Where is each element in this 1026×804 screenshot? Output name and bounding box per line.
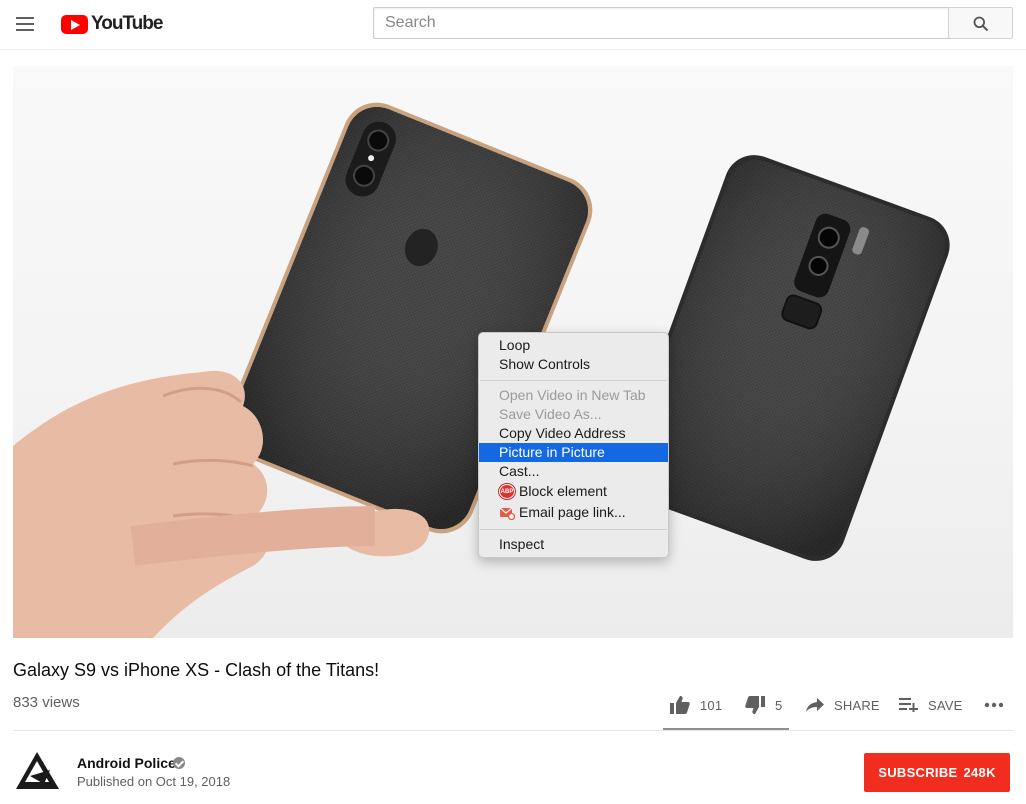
- menu-item-picture-in-picture[interactable]: Picture in Picture: [479, 443, 668, 462]
- more-horizontal-icon: [984, 702, 1004, 708]
- menu-item-block-element[interactable]: ABP Block element: [479, 482, 668, 501]
- share-button[interactable]: SHARE: [806, 694, 880, 716]
- menu-icon[interactable]: [12, 12, 38, 36]
- adblock-plus-icon: ABP: [499, 484, 515, 499]
- thumbs-up-icon: [670, 696, 690, 714]
- search-input[interactable]: [373, 7, 949, 39]
- verified-badge-icon: [173, 757, 185, 769]
- search-icon: [973, 16, 989, 32]
- channel-name[interactable]: Android Police: [77, 755, 176, 771]
- divider: [13, 730, 1013, 731]
- like-button[interactable]: 101: [670, 694, 722, 716]
- menu-item-email-page-link[interactable]: Email page link...: [479, 503, 668, 522]
- publish-date: Published on Oct 19, 2018: [77, 774, 231, 789]
- search-button[interactable]: [948, 7, 1013, 39]
- menu-item-inspect[interactable]: Inspect: [479, 535, 668, 554]
- context-menu: Loop Show Controls Open Video in New Tab…: [478, 332, 669, 558]
- save-label: SAVE: [928, 697, 963, 713]
- thumbs-down-icon: [745, 696, 765, 714]
- channel-avatar[interactable]: [16, 752, 59, 789]
- add-to-playlist-icon: [899, 698, 918, 712]
- menu-item-save-video-as: Save Video As...: [499, 406, 602, 422]
- menu-item-open-video-new-tab: Open Video in New Tab: [499, 387, 646, 403]
- subscribe-label: SUBSCRIBE: [878, 765, 958, 780]
- logo-text: YouTube: [91, 13, 163, 34]
- share-label: SHARE: [834, 697, 880, 713]
- save-button[interactable]: SAVE: [899, 694, 963, 716]
- video-actions: 101 5 SHARE SAVE: [0, 694, 1026, 716]
- masthead: YouTube: [0, 0, 1026, 50]
- menu-item-loop[interactable]: Loop: [479, 336, 668, 355]
- video-player[interactable]: Loop Show Controls Open Video in New Tab…: [13, 66, 1013, 638]
- youtube-play-icon: [61, 14, 88, 34]
- email-icon: [499, 505, 516, 521]
- youtube-logo[interactable]: YouTube: [61, 13, 163, 35]
- menu-separator: [480, 380, 667, 381]
- subscribe-button[interactable]: SUBSCRIBE 248K: [864, 753, 1010, 792]
- subscriber-count: 248K: [963, 765, 996, 780]
- video-title: Galaxy S9 vs iPhone XS - Clash of the Ti…: [13, 660, 380, 680]
- like-count: 101: [700, 697, 723, 713]
- dislike-button[interactable]: 5: [745, 694, 782, 716]
- menu-item-show-controls[interactable]: Show Controls: [479, 355, 668, 374]
- dislike-count: 5: [775, 697, 783, 713]
- menu-separator: [480, 529, 667, 530]
- more-actions-button[interactable]: [984, 694, 1004, 716]
- menu-item-label: Block element: [519, 483, 607, 499]
- menu-item-label: Email page link...: [519, 504, 626, 520]
- menu-item-cast[interactable]: Cast...: [479, 462, 668, 481]
- menu-item-copy-video-address[interactable]: Copy Video Address: [479, 424, 668, 443]
- share-icon: [806, 698, 824, 712]
